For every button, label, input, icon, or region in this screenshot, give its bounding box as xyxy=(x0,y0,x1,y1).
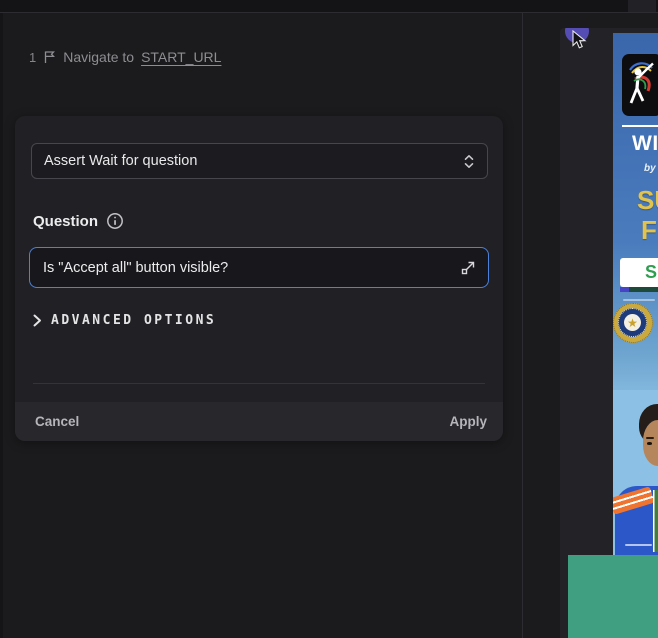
expand-icon[interactable] xyxy=(461,261,475,275)
ad-divider-line xyxy=(622,125,658,127)
step-index: 1 xyxy=(29,50,36,65)
divider xyxy=(33,383,485,384)
ad-fineprint xyxy=(623,299,655,301)
action-type-select[interactable]: Assert Wait for question xyxy=(31,143,488,179)
teal-overlay-block xyxy=(568,555,658,638)
ad-cta-label: S xyxy=(645,262,657,283)
bcci-logo: ★ xyxy=(613,303,653,343)
info-icon[interactable] xyxy=(106,212,124,230)
question-input-value: Is "Accept all" button visible? xyxy=(43,260,228,276)
jersey-sleeve-trim xyxy=(653,490,658,552)
ad-headline: SU F xyxy=(637,185,658,245)
step-action-label: Navigate to xyxy=(63,49,134,65)
bcci-logo-star: ★ xyxy=(624,314,641,331)
app-screen: 1 Navigate to START_URL Assert Wait for … xyxy=(0,0,658,638)
question-label: Question xyxy=(33,213,98,230)
window-left-edge xyxy=(0,13,3,638)
jersey-shoulder-stripes xyxy=(613,486,655,515)
player-photo xyxy=(613,390,658,555)
ad-by-text: by xyxy=(644,163,656,174)
cursor-arrow-icon xyxy=(571,30,589,55)
ad-headline-line1: SU xyxy=(637,185,658,215)
test-steps-panel: 1 Navigate to START_URL Assert Wait for … xyxy=(0,13,522,638)
ad-cta-button[interactable]: S xyxy=(620,258,658,287)
apply-button[interactable]: Apply xyxy=(447,410,489,433)
ad-cta-shadow xyxy=(620,287,658,292)
question-input[interactable]: Is "Accept all" button visible? xyxy=(29,247,489,288)
step-row-navigate[interactable]: 1 Navigate to START_URL xyxy=(29,49,221,65)
question-label-row: Question xyxy=(33,212,124,230)
ad-win-text: WI xyxy=(632,132,658,156)
cursor-marker xyxy=(560,28,600,64)
top-bar-fragment xyxy=(628,0,656,12)
ad-headline-line2: F xyxy=(637,215,658,245)
browser-preview-viewport[interactable]: WI by SU F S ★ xyxy=(560,28,658,638)
browser-preview-panel: WI by SU F S ★ xyxy=(523,13,658,638)
top-bar xyxy=(0,0,658,13)
advanced-options-toggle[interactable]: ADVANCED OPTIONS xyxy=(33,313,216,328)
advanced-options-label: ADVANCED OPTIONS xyxy=(51,313,216,328)
step-editor-card: Assert Wait for question Question xyxy=(15,116,503,441)
cricket-ad-banner: WI by SU F S ★ xyxy=(613,33,658,555)
batsman-logo-icon xyxy=(625,61,657,109)
player-eye xyxy=(647,442,652,445)
chevron-right-icon xyxy=(33,314,42,327)
card-footer: Cancel Apply xyxy=(15,402,503,441)
jersey-chest-text xyxy=(625,544,652,546)
start-url-link[interactable]: START_URL xyxy=(141,49,221,65)
player-eyebrow xyxy=(646,437,654,439)
flag-icon xyxy=(43,50,56,64)
action-type-value: Assert Wait for question xyxy=(44,153,197,169)
cancel-button[interactable]: Cancel xyxy=(33,410,81,433)
player-jersey xyxy=(615,486,658,555)
selector-chevrons-icon xyxy=(463,154,475,169)
ad-logo-box xyxy=(622,54,658,116)
